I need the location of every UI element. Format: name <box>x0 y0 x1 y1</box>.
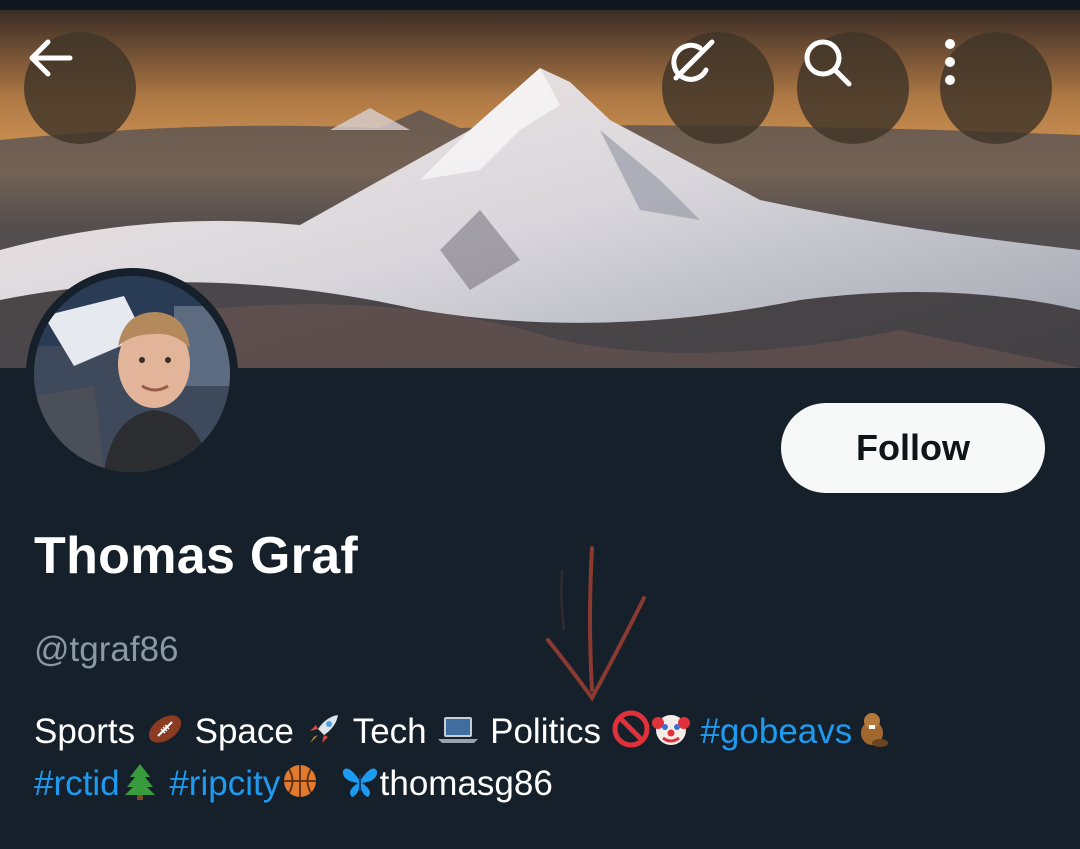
back-button[interactable] <box>24 32 136 144</box>
rocket-emoji <box>309 715 338 743</box>
hashtag-rctid[interactable]: #rctid <box>34 764 120 803</box>
football-emoji <box>148 715 181 743</box>
clown-face-emoji <box>651 715 690 745</box>
butterfly-emoji <box>342 768 377 797</box>
grok-icon <box>671 39 715 82</box>
search-icon <box>804 39 852 87</box>
more-vertical-icon <box>945 39 955 85</box>
follow-button[interactable]: Follow <box>781 403 1045 493</box>
profile-handle: @tgraf86 <box>34 630 179 669</box>
profile-bio: Sports Space Tech Politics #gobeavs #rct… <box>34 706 1054 810</box>
evergreen-tree-emoji <box>124 764 155 800</box>
profile-name: Thomas Graf <box>34 527 359 585</box>
beaver-emoji <box>861 713 889 747</box>
bio-word-politics: Politics <box>490 712 601 751</box>
bio-word-space: Space <box>194 712 294 751</box>
laptop-emoji <box>438 717 479 743</box>
back-arrow-icon <box>29 39 73 77</box>
annotation-arrow <box>546 546 646 702</box>
prohibited-emoji <box>612 710 650 748</box>
basketball-emoji <box>284 765 317 797</box>
search-button[interactable] <box>797 32 909 144</box>
avatar[interactable] <box>26 268 238 480</box>
bio-word-tech: Tech <box>352 712 427 751</box>
hashtag-ripcity[interactable]: #ripcity <box>169 764 280 803</box>
bio-word-sports: Sports <box>34 712 136 751</box>
grok-button[interactable] <box>662 32 774 144</box>
bio-bluesky-handle[interactable]: thomasg86 <box>380 764 553 803</box>
hashtag-gobeavs[interactable]: #gobeavs <box>700 712 852 751</box>
more-options-button[interactable] <box>940 32 1052 144</box>
status-bar-strip <box>0 0 1080 10</box>
